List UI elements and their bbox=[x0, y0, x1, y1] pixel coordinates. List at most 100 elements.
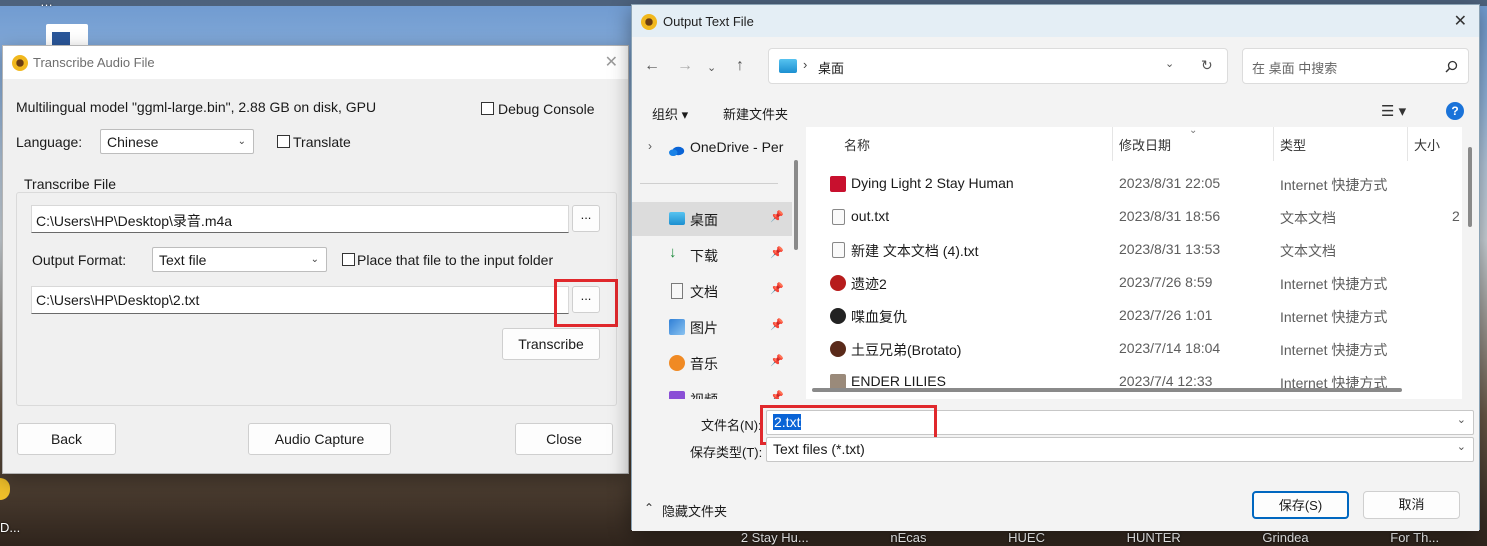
taskbar-label[interactable]: HUNTER bbox=[1127, 530, 1181, 546]
up-arrow-icon[interactable]: ↑ bbox=[736, 57, 744, 75]
filetype-select[interactable]: Text files (*.txt) ⌄ bbox=[766, 437, 1474, 462]
vertical-scrollbar[interactable] bbox=[1468, 147, 1472, 227]
column-header-size[interactable]: 大小 bbox=[1414, 135, 1440, 154]
close-icon[interactable]: ✕ bbox=[1454, 11, 1467, 31]
nav-scrollbar[interactable] bbox=[794, 160, 798, 250]
place-input-folder-label[interactable]: Place that file to the input folder bbox=[357, 252, 553, 268]
nav-item-pictures[interactable]: 图片 📌 bbox=[632, 310, 792, 344]
close-icon[interactable]: ✕ bbox=[605, 52, 618, 72]
file-name: out.txt bbox=[851, 208, 890, 224]
file-type: Internet 快捷方式 bbox=[1280, 309, 1388, 325]
pin-icon[interactable]: 📌 bbox=[770, 318, 784, 331]
transcribe-button[interactable]: Transcribe bbox=[502, 328, 600, 360]
file-name: 喋血复仇 bbox=[851, 309, 907, 325]
new-folder-button[interactable]: 新建文件夹 bbox=[723, 104, 788, 123]
save-options-area: 文件名(N): 2.txt ⌄ 保存类型(T): Text files (*.t… bbox=[632, 401, 1479, 531]
file-row[interactable]: out.txt 2023/8/31 18:56 文本文档 2 bbox=[806, 200, 1460, 233]
title-bar[interactable]: Transcribe Audio File ✕ bbox=[3, 46, 628, 79]
filename-dropdown-icon[interactable]: ⌄ bbox=[1457, 413, 1466, 426]
file-row[interactable]: Dying Light 2 Stay Human 2023/8/31 22:05… bbox=[806, 167, 1456, 200]
translate-checkbox[interactable] bbox=[277, 135, 290, 148]
taskbar-label[interactable]: nEcas bbox=[890, 530, 926, 546]
recent-locations-chevron-icon[interactable]: ⌄ bbox=[707, 61, 716, 74]
address-text: 桌面 bbox=[818, 61, 845, 76]
pictures-icon bbox=[669, 319, 685, 335]
file-date: 2023/7/14 18:04 bbox=[1119, 340, 1221, 356]
game-shortcut-icon bbox=[830, 275, 846, 291]
column-divider[interactable] bbox=[1407, 127, 1408, 161]
nav-item-music[interactable]: 音乐 📌 bbox=[632, 346, 792, 380]
title-bar[interactable]: Output Text File ✕ bbox=[632, 5, 1479, 37]
taskbar-label[interactable]: HUEC bbox=[1008, 530, 1045, 546]
close-button[interactable]: Close bbox=[515, 423, 613, 455]
file-row[interactable]: 喋血复仇 2023/7/26 1:01 Internet 快捷方式 bbox=[806, 299, 1456, 332]
file-row[interactable]: 土豆兄弟(Brotato) 2023/7/14 18:04 Internet 快… bbox=[806, 332, 1456, 365]
expand-chevron-icon[interactable]: › bbox=[648, 139, 652, 153]
highlight-box bbox=[554, 279, 618, 327]
pin-icon[interactable]: 📌 bbox=[770, 390, 784, 399]
desktop-file-label[interactable]: … bbox=[40, 0, 53, 9]
hide-folders-toggle[interactable]: 隐藏文件夹 bbox=[662, 501, 727, 520]
column-header-name[interactable]: 名称 bbox=[844, 135, 870, 154]
save-button[interactable]: 保存(S) bbox=[1252, 491, 1349, 519]
pin-icon[interactable]: 📌 bbox=[770, 246, 784, 259]
address-bar[interactable]: › 桌面 ⌄ ↻ bbox=[768, 48, 1228, 84]
column-divider[interactable] bbox=[1112, 127, 1113, 161]
translate-label[interactable]: Translate bbox=[293, 134, 351, 150]
audio-capture-button[interactable]: Audio Capture bbox=[248, 423, 391, 455]
back-arrow-icon[interactable]: ← bbox=[644, 57, 660, 75]
back-button[interactable]: Back bbox=[17, 423, 116, 455]
taskbar-label[interactable]: For Th... bbox=[1390, 530, 1439, 546]
pin-icon[interactable]: 📌 bbox=[770, 354, 784, 367]
pin-icon[interactable]: 📌 bbox=[770, 282, 784, 295]
file-name: Dying Light 2 Stay Human bbox=[851, 175, 1014, 191]
browse-input-button[interactable]: ... bbox=[572, 205, 600, 232]
nav-item-desktop[interactable]: 桌面 📌 bbox=[632, 202, 792, 236]
filename-label: 文件名(N): bbox=[701, 418, 762, 433]
pin-icon[interactable]: 📌 bbox=[770, 210, 784, 223]
column-header-date[interactable]: 修改日期 bbox=[1119, 135, 1171, 154]
document-icon bbox=[671, 283, 683, 299]
nav-item-videos[interactable]: 视频 📌 bbox=[632, 382, 792, 399]
nav-item-label: 视频 bbox=[690, 390, 718, 399]
file-type: 文本文档 bbox=[1280, 243, 1336, 259]
output-file-field[interactable]: C:\Users\HP\Desktop\2.txt bbox=[31, 286, 569, 314]
taskbar-label[interactable]: 2 Stay Hu... bbox=[741, 530, 809, 546]
help-icon[interactable]: ? bbox=[1446, 102, 1464, 120]
language-select[interactable]: Chinese ⌄ bbox=[100, 129, 254, 154]
nav-item-label: OneDrive - Per bbox=[690, 139, 784, 155]
refresh-icon[interactable]: ↻ bbox=[1201, 57, 1213, 74]
organize-menu[interactable]: 组织 ▾ bbox=[652, 104, 688, 123]
desktop-label-left[interactable]: D... bbox=[0, 520, 20, 535]
search-icon[interactable] bbox=[1445, 60, 1458, 73]
taskbar-labels: 2 Stay Hu... nEcas HUEC HUNTER Grindea F… bbox=[700, 530, 1480, 546]
game-shortcut-icon bbox=[830, 308, 846, 324]
column-header-type[interactable]: 类型 bbox=[1280, 135, 1306, 154]
forward-arrow-icon[interactable]: → bbox=[677, 57, 693, 75]
search-box[interactable]: 在 桌面 中搜索 bbox=[1242, 48, 1469, 84]
horizontal-scrollbar[interactable] bbox=[812, 388, 1402, 392]
taskbar-label[interactable]: Grindea bbox=[1262, 530, 1308, 546]
file-name: 土豆兄弟(Brotato) bbox=[851, 342, 962, 358]
file-row[interactable]: 新建 文本文档 (4).txt 2023/8/31 13:53 文本文档 bbox=[806, 233, 1456, 266]
view-options-icon[interactable]: ☰ ▾ bbox=[1381, 102, 1406, 120]
chevron-up-icon[interactable]: ⌃ bbox=[644, 501, 654, 515]
cancel-button[interactable]: 取消 bbox=[1363, 491, 1460, 519]
address-dropdown-icon[interactable]: ⌄ bbox=[1165, 57, 1174, 70]
file-name: 遗迹2 bbox=[851, 276, 887, 292]
nav-item-downloads[interactable]: ↓ 下载 📌 bbox=[632, 238, 792, 272]
nav-item-onedrive[interactable]: › OneDrive - Per bbox=[632, 131, 792, 165]
input-file-field[interactable]: C:\Users\HP\Desktop\录音.m4a bbox=[31, 205, 569, 233]
app-logo-icon bbox=[12, 55, 28, 71]
file-row[interactable]: 遗迹2 2023/7/26 8:59 Internet 快捷方式 bbox=[806, 266, 1456, 299]
filetype-value: Text files (*.txt) bbox=[773, 441, 865, 457]
debug-console-label[interactable]: Debug Console bbox=[498, 101, 595, 117]
file-row[interactable]: ENDER LILIES 2023/7/4 12:33 Internet 快捷方… bbox=[806, 365, 1456, 398]
column-divider[interactable] bbox=[1273, 127, 1274, 161]
place-input-folder-checkbox[interactable] bbox=[342, 253, 355, 266]
nav-item-documents[interactable]: 文档 📌 bbox=[632, 274, 792, 308]
nav-item-label: 桌面 bbox=[690, 212, 718, 228]
sunflower-icon bbox=[0, 478, 10, 500]
debug-console-checkbox[interactable] bbox=[481, 102, 494, 115]
output-format-select[interactable]: Text file ⌄ bbox=[152, 247, 327, 272]
